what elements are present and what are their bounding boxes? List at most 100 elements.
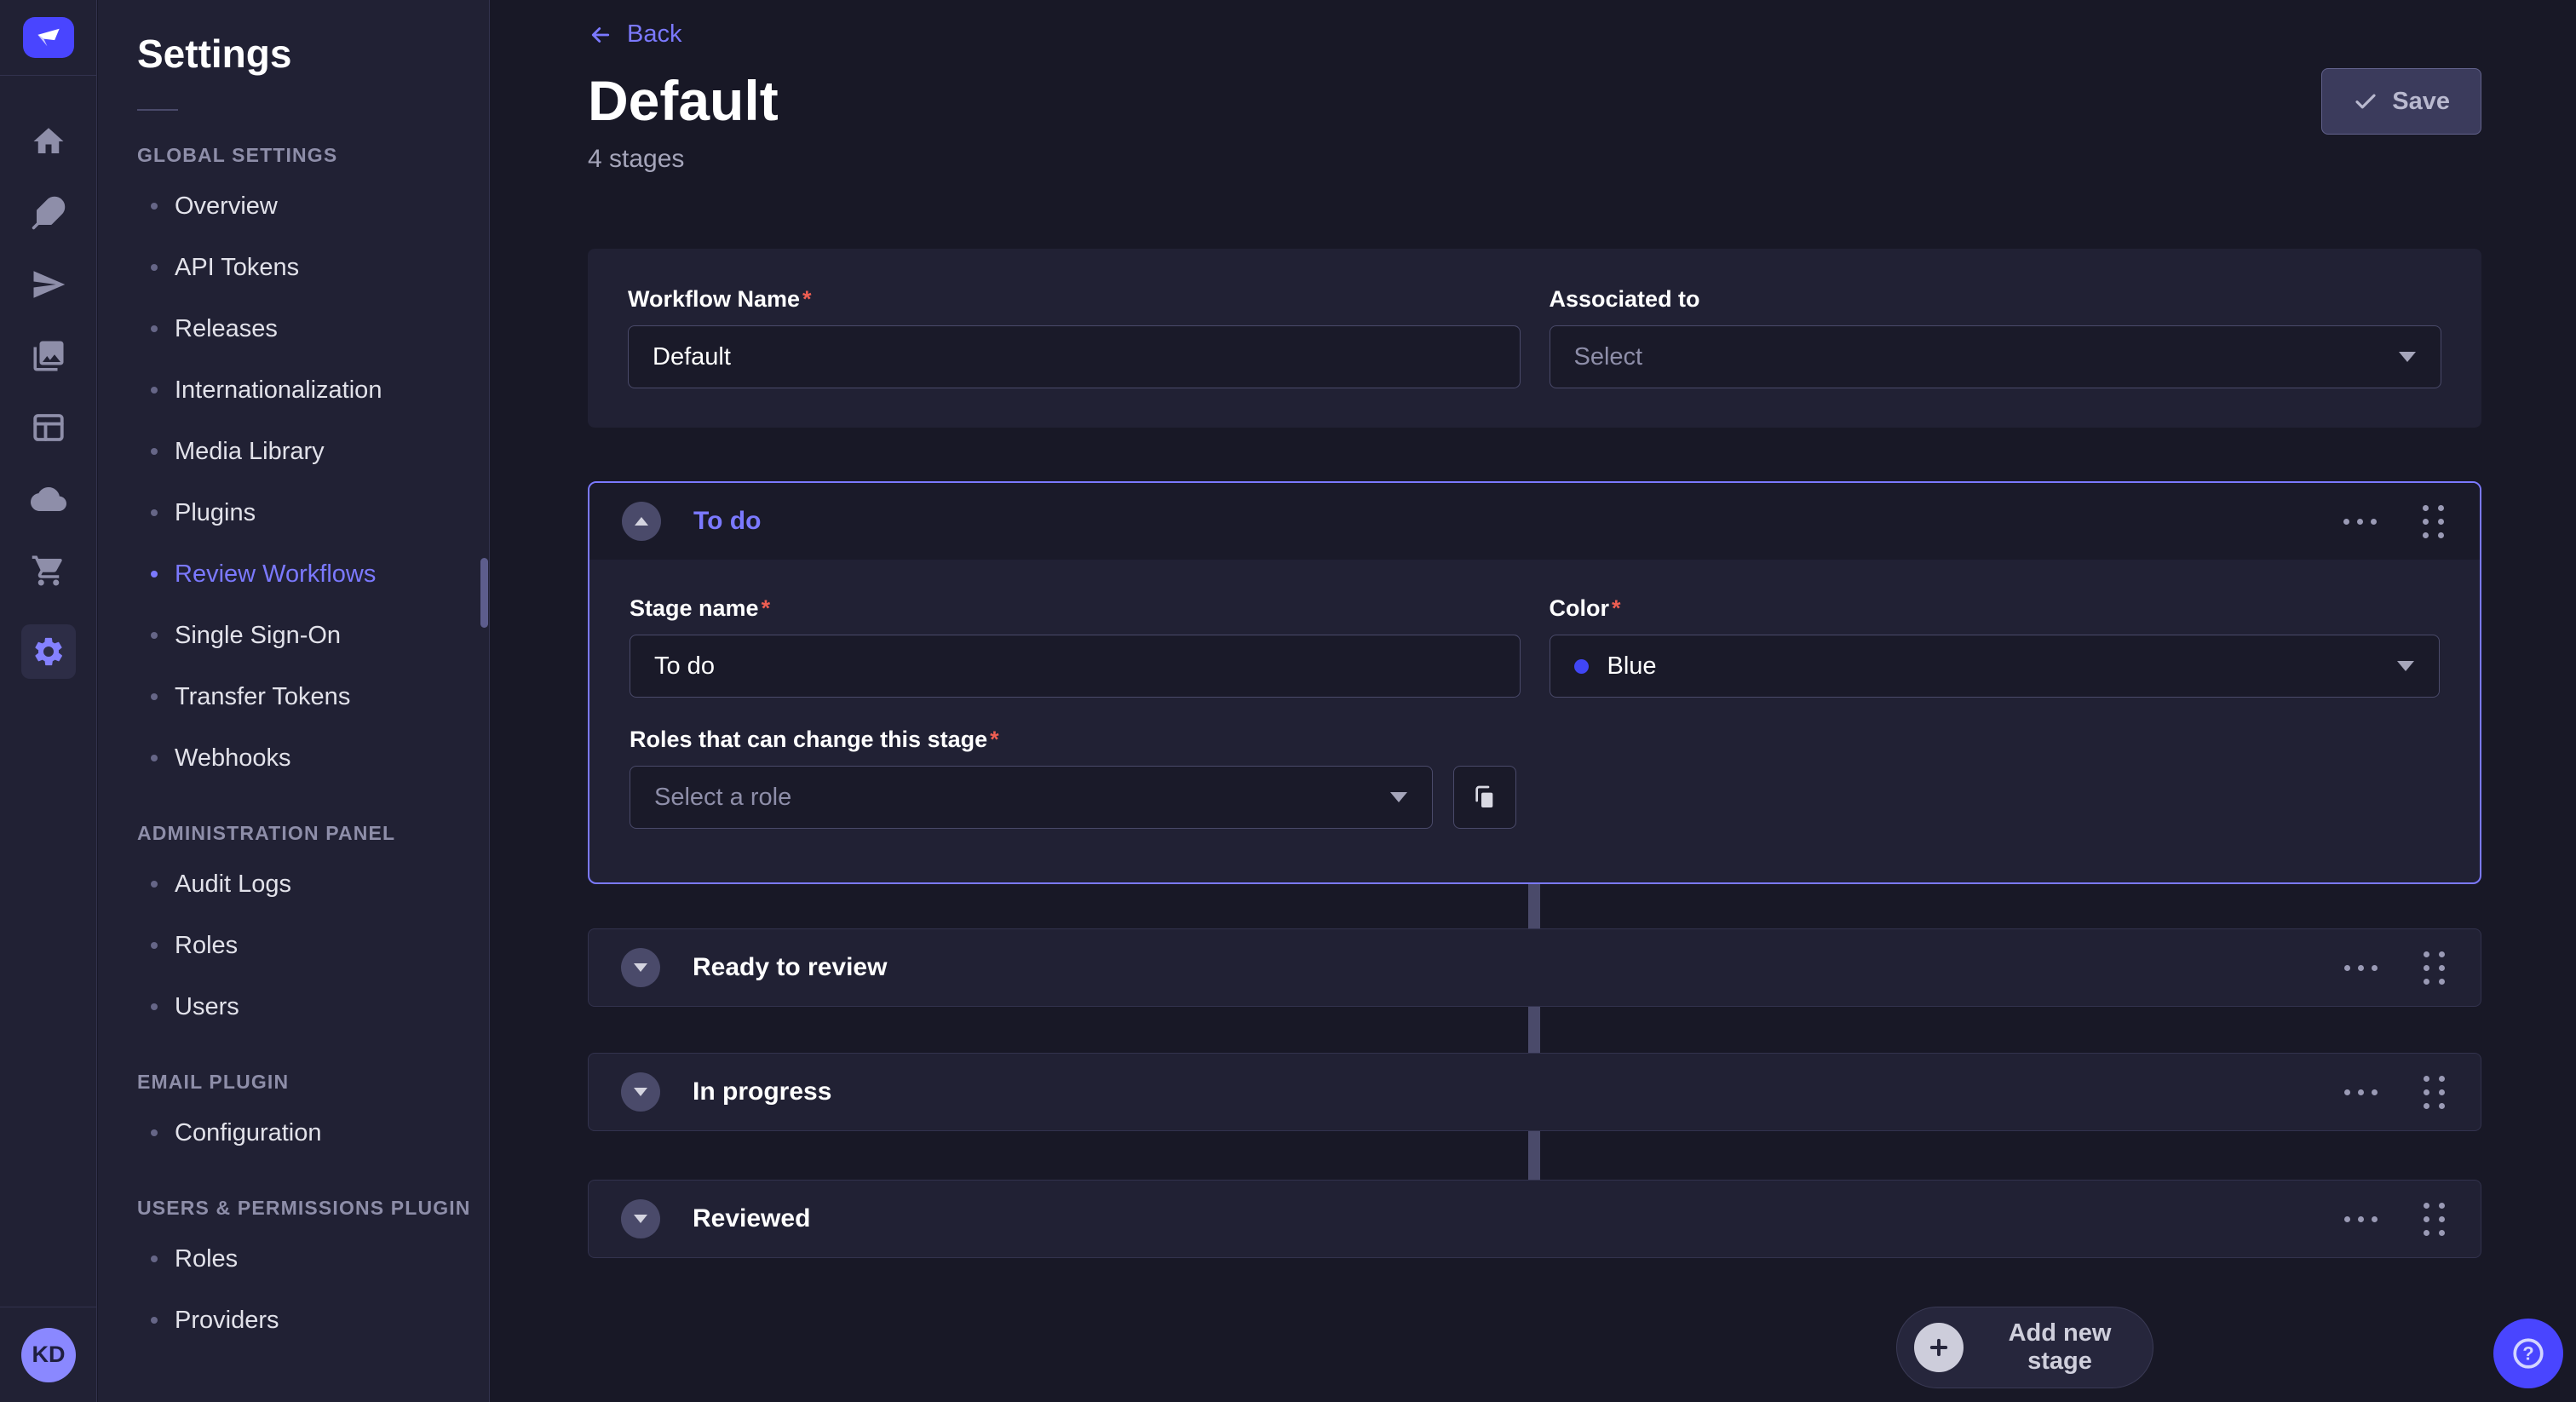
associated-to-select[interactable]: Select xyxy=(1550,325,2442,388)
chevron-down-icon xyxy=(633,1087,648,1097)
stage-card-ready-to-review: Ready to review xyxy=(588,928,2481,1007)
bullet-icon xyxy=(151,942,158,949)
settings-subnav: Settings GLOBAL SETTINGS Overview API To… xyxy=(98,0,490,1402)
stage-title[interactable]: In progress xyxy=(693,1077,831,1106)
bullet-icon xyxy=(151,448,158,455)
cloud-icon[interactable] xyxy=(31,481,66,517)
roles-label: Roles that can change this stage* xyxy=(630,727,1433,754)
add-new-stage-button[interactable]: Add new stage xyxy=(1896,1307,2153,1388)
sidebar-item-admin-users[interactable]: Users xyxy=(98,976,489,1037)
stage-options-button[interactable] xyxy=(2339,1084,2383,1100)
stage-title[interactable]: Reviewed xyxy=(693,1204,810,1233)
stage-card-reviewed: Reviewed xyxy=(588,1180,2481,1258)
feather-icon[interactable] xyxy=(31,195,66,231)
bullet-icon xyxy=(151,203,158,210)
media-library-icon[interactable] xyxy=(31,338,66,374)
sidebar-item-overview[interactable]: Overview xyxy=(98,175,489,237)
stage-drag-handle[interactable] xyxy=(2419,502,2447,542)
sidebar-item-internationalization[interactable]: Internationalization xyxy=(98,359,489,421)
expand-stage-button[interactable] xyxy=(621,1072,660,1112)
bullet-icon xyxy=(151,264,158,271)
chevron-down-icon xyxy=(633,1214,648,1224)
color-label: Color* xyxy=(1550,595,2441,623)
duplicate-icon xyxy=(1471,784,1498,811)
stage-connector xyxy=(1528,1007,1540,1053)
chevron-down-icon xyxy=(633,962,648,973)
sidebar-item-transfer-tokens[interactable]: Transfer Tokens xyxy=(98,666,489,727)
stage-card-todo: To do Stage name* Color* xyxy=(588,481,2481,884)
icon-sidebar: KD xyxy=(0,0,97,1402)
bullet-icon xyxy=(151,632,158,639)
gear-icon xyxy=(32,635,66,669)
bullet-icon xyxy=(151,881,158,888)
sidebar-item-releases[interactable]: Releases xyxy=(98,298,489,359)
stage-drag-handle[interactable] xyxy=(2420,1072,2448,1112)
settings-nav-active[interactable] xyxy=(21,624,76,679)
back-link[interactable]: Back xyxy=(588,20,681,49)
bullet-icon xyxy=(151,1003,158,1010)
avatar[interactable]: KD xyxy=(21,1328,76,1382)
marketplace-cart-icon[interactable] xyxy=(31,553,66,589)
required-mark: * xyxy=(802,286,812,312)
chevron-down-icon xyxy=(1389,791,1408,803)
expand-stage-button[interactable] xyxy=(621,948,660,987)
required-mark: * xyxy=(762,595,771,621)
bullet-icon xyxy=(151,755,158,761)
stage-connector xyxy=(1528,1131,1540,1180)
workflow-meta-card: Workflow Name* Associated to Select xyxy=(588,249,2481,428)
page-subtitle: 4 stages xyxy=(588,145,684,174)
sidebar-item-up-providers[interactable]: Providers xyxy=(98,1290,489,1351)
sidebar-item-review-workflows[interactable]: Review Workflows xyxy=(98,543,489,605)
stage-options-button[interactable] xyxy=(2339,960,2383,976)
color-select[interactable]: Blue xyxy=(1550,635,2441,698)
strapi-settings-page: KD Settings GLOBAL SETTINGS Overview API… xyxy=(0,0,2576,1402)
layout-icon[interactable] xyxy=(31,410,66,445)
page-title: Default xyxy=(588,68,779,133)
sidebar-item-admin-roles[interactable]: Roles xyxy=(98,915,489,976)
home-icon[interactable] xyxy=(31,124,66,159)
stage-drag-handle[interactable] xyxy=(2420,948,2448,988)
stage-title[interactable]: To do xyxy=(693,507,761,536)
required-mark: * xyxy=(990,727,999,752)
bullet-icon xyxy=(151,509,158,516)
collapse-stage-button[interactable] xyxy=(622,502,661,541)
stage-connector xyxy=(1528,884,1540,928)
section-label-administration-panel: ADMINISTRATION PANEL xyxy=(98,813,489,853)
roles-select[interactable]: Select a role xyxy=(630,766,1433,829)
bullet-icon xyxy=(151,1317,158,1324)
save-button[interactable]: Save xyxy=(2321,68,2481,135)
sidebar-item-email-configuration[interactable]: Configuration xyxy=(98,1102,489,1164)
svg-text:?: ? xyxy=(2522,1343,2533,1365)
sidebar-item-webhooks[interactable]: Webhooks xyxy=(98,727,489,789)
chevron-down-icon xyxy=(2396,660,2415,672)
stage-drag-handle[interactable] xyxy=(2420,1199,2448,1239)
expand-stage-button[interactable] xyxy=(621,1199,660,1238)
stage-name-input[interactable] xyxy=(630,635,1521,698)
sidebar-item-api-tokens[interactable]: API Tokens xyxy=(98,237,489,298)
apply-to-all-stages-button[interactable] xyxy=(1453,766,1516,829)
stage-options-button[interactable] xyxy=(2339,1211,2383,1227)
back-arrow-icon xyxy=(588,22,613,48)
required-mark: * xyxy=(1612,595,1621,621)
stage-options-button[interactable] xyxy=(2338,514,2382,530)
blue-color-dot xyxy=(1574,659,1589,674)
subnav-scrollbar-thumb[interactable] xyxy=(480,558,488,628)
help-button[interactable]: ? xyxy=(2493,1319,2563,1388)
check-icon xyxy=(2353,89,2378,114)
chevron-down-icon xyxy=(2398,351,2417,363)
sidebar-item-media-library[interactable]: Media Library xyxy=(98,421,489,482)
sidebar-item-single-sign-on[interactable]: Single Sign-On xyxy=(98,605,489,666)
sidebar-item-plugins[interactable]: Plugins xyxy=(98,482,489,543)
main-content: Back Default 4 stages Save Workflow Name… xyxy=(491,0,2576,1402)
bullet-icon xyxy=(151,1129,158,1136)
stage-name-label: Stage name* xyxy=(630,595,1521,623)
avatar-zone: KD xyxy=(0,1307,97,1402)
stage-title[interactable]: Ready to review xyxy=(693,953,887,982)
section-label-email-plugin: EMAIL PLUGIN xyxy=(98,1061,489,1102)
send-icon[interactable] xyxy=(31,267,66,302)
strapi-logo[interactable] xyxy=(23,17,74,58)
plus-icon xyxy=(1914,1323,1964,1372)
sidebar-item-up-roles[interactable]: Roles xyxy=(98,1228,489,1290)
workflow-name-input[interactable] xyxy=(628,325,1521,388)
sidebar-item-audit-logs[interactable]: Audit Logs xyxy=(98,853,489,915)
